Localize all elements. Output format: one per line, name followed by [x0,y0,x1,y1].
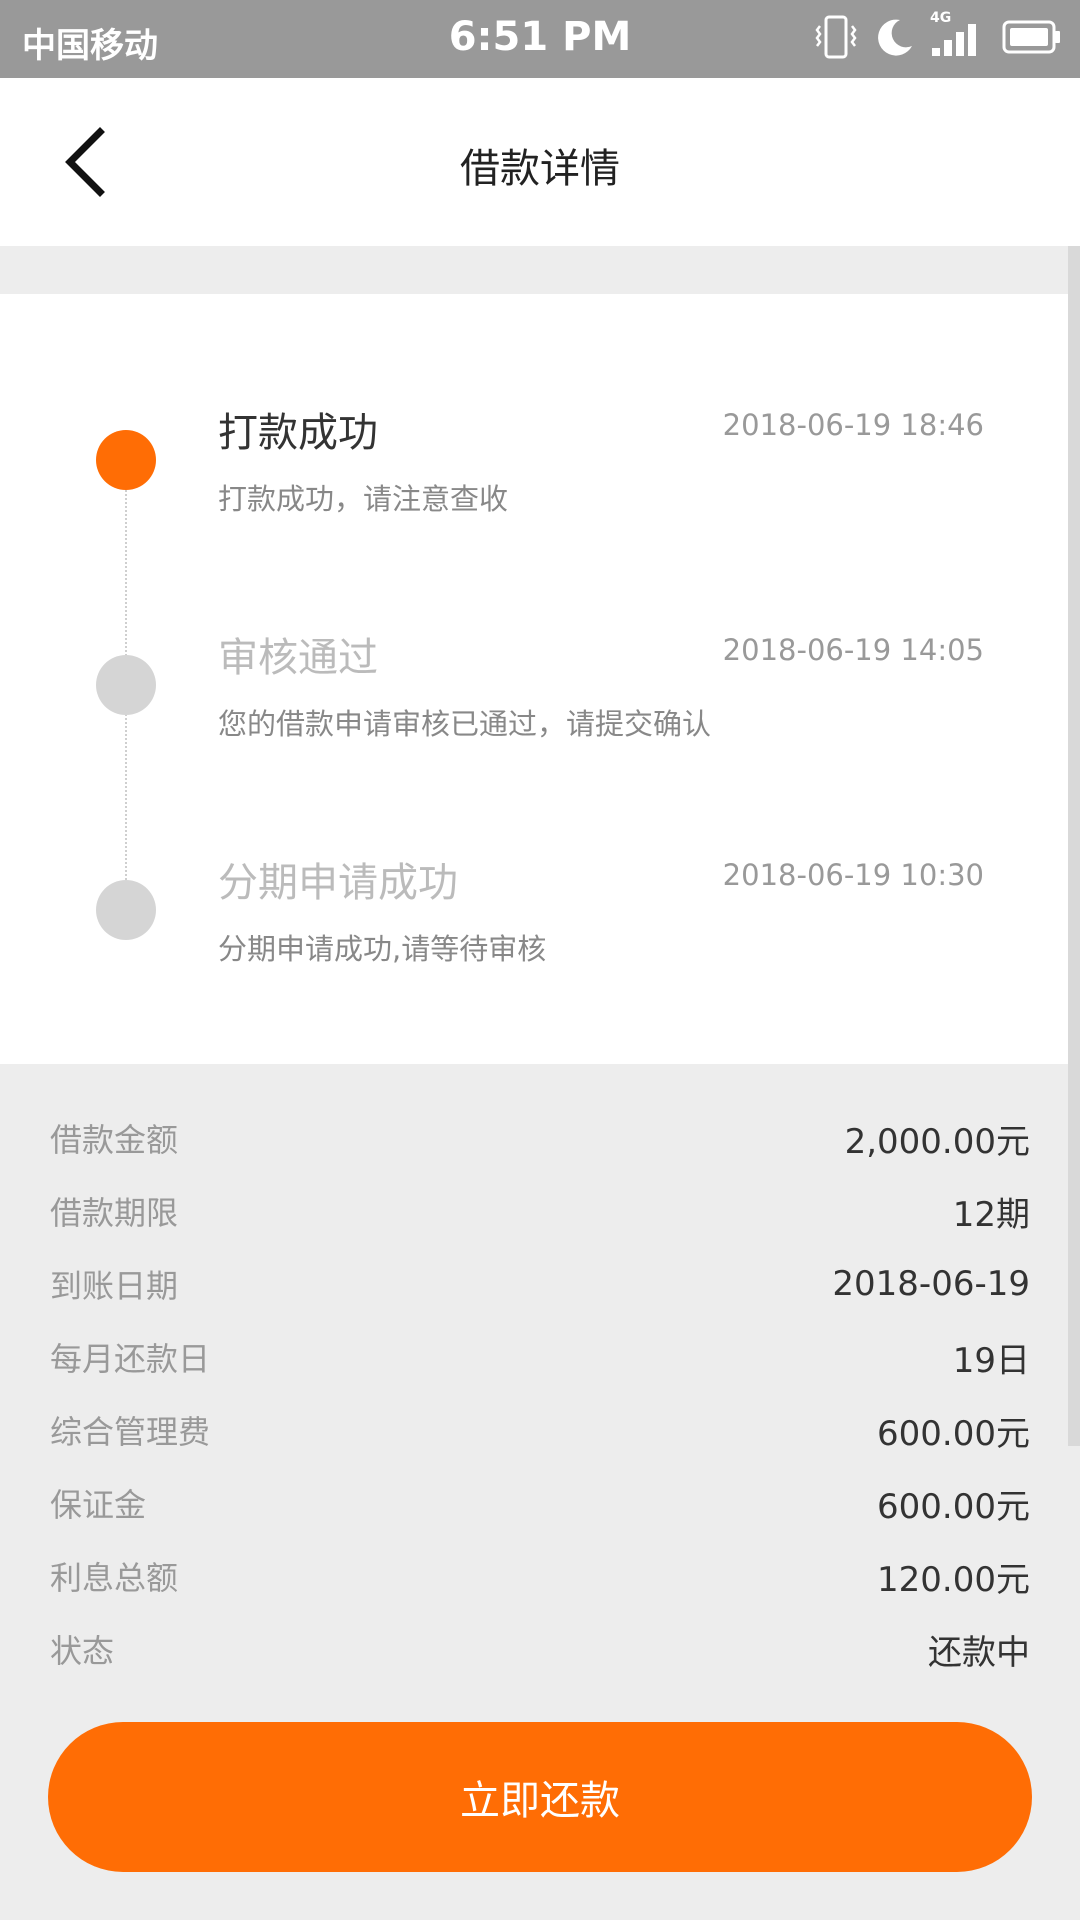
detail-label: 综合管理费 [50,1413,211,1451]
battery-icon [1002,18,1062,60]
detail-value: 还款中 [928,1632,1030,1673]
timeline-item-title: 分期申请成功 [218,860,458,906]
detail-label: 每月还款日 [50,1340,211,1378]
detail-label: 保证金 [50,1486,147,1524]
detail-value: 600.00元 [877,1486,1030,1527]
timeline-dot [96,430,156,490]
detail-label: 到账日期 [50,1267,179,1305]
timeline-item-title: 打款成功 [218,410,378,456]
detail-row-term: 借款期限 12期 [50,1181,1030,1241]
timeline-dot [96,880,156,940]
timeline-item-desc: 分期申请成功,请等待审核 [218,932,547,966]
detail-row-repay-day: 每月还款日 19日 [50,1327,1030,1387]
timeline-item: 分期申请成功 2018-06-19 10:30 分期申请成功,请等待审核 [0,850,1080,1010]
detail-row-status: 状态 还款中 [50,1619,1030,1679]
signal-icon: 4G [930,10,986,62]
detail-value: 2,000.00元 [844,1121,1030,1162]
detail-row-deposit: 保证金 600.00元 [50,1473,1030,1533]
detail-row-amount: 借款金额 2,000.00元 [50,1108,1030,1168]
timeline-item: 打款成功 2018-06-19 18:46 打款成功，请注意查收 [0,400,1080,560]
nav-bar: 借款详情 [0,78,1080,246]
detail-label: 状态 [50,1632,115,1670]
detail-value: 19日 [952,1340,1030,1381]
timeline-item-desc: 您的借款申请审核已通过，请提交确认 [218,707,712,741]
moon-icon [874,16,914,62]
detail-value: 600.00元 [877,1413,1030,1454]
timeline-item-desc: 打款成功，请注意查收 [218,482,509,516]
loan-details: 借款金额 2,000.00元 借款期限 12期 到账日期 2018-06-19 … [0,1064,1080,1673]
status-bar: 中国移动 6:51 PM 4G [0,0,1080,78]
detail-row-management-fee: 综合管理费 600.00元 [50,1400,1030,1460]
detail-label: 借款期限 [50,1194,179,1232]
section-divider [0,246,1080,294]
detail-label: 利息总额 [50,1559,179,1597]
repay-now-button[interactable]: 立即还款 [48,1722,1032,1872]
loan-timeline: 打款成功 2018-06-19 18:46 打款成功，请注意查收 审核通过 20… [0,294,1080,1064]
detail-value: 12期 [952,1194,1030,1235]
detail-value: 2018-06-19 [832,1264,1030,1304]
page-title: 借款详情 [460,146,620,192]
detail-row-arrival-date: 到账日期 2018-06-19 [50,1254,1030,1314]
timeline-item-time: 2018-06-19 10:30 [722,858,984,892]
status-icons: 4G [814,10,1062,64]
detail-label: 借款金额 [50,1121,179,1159]
vibrate-icon [814,14,858,64]
timeline-item-title: 审核通过 [218,635,378,681]
timeline-dot [96,655,156,715]
detail-row-interest: 利息总额 120.00元 [50,1546,1030,1606]
scrollbar[interactable] [1068,246,1080,1446]
timeline-item: 审核通过 2018-06-19 14:05 您的借款申请审核已通过，请提交确认 [0,625,1080,785]
timeline-item-time: 2018-06-19 18:46 [722,408,984,442]
timeline-item-time: 2018-06-19 14:05 [722,633,984,667]
network-type: 4G [930,10,952,26]
detail-value: 120.00元 [877,1559,1030,1600]
